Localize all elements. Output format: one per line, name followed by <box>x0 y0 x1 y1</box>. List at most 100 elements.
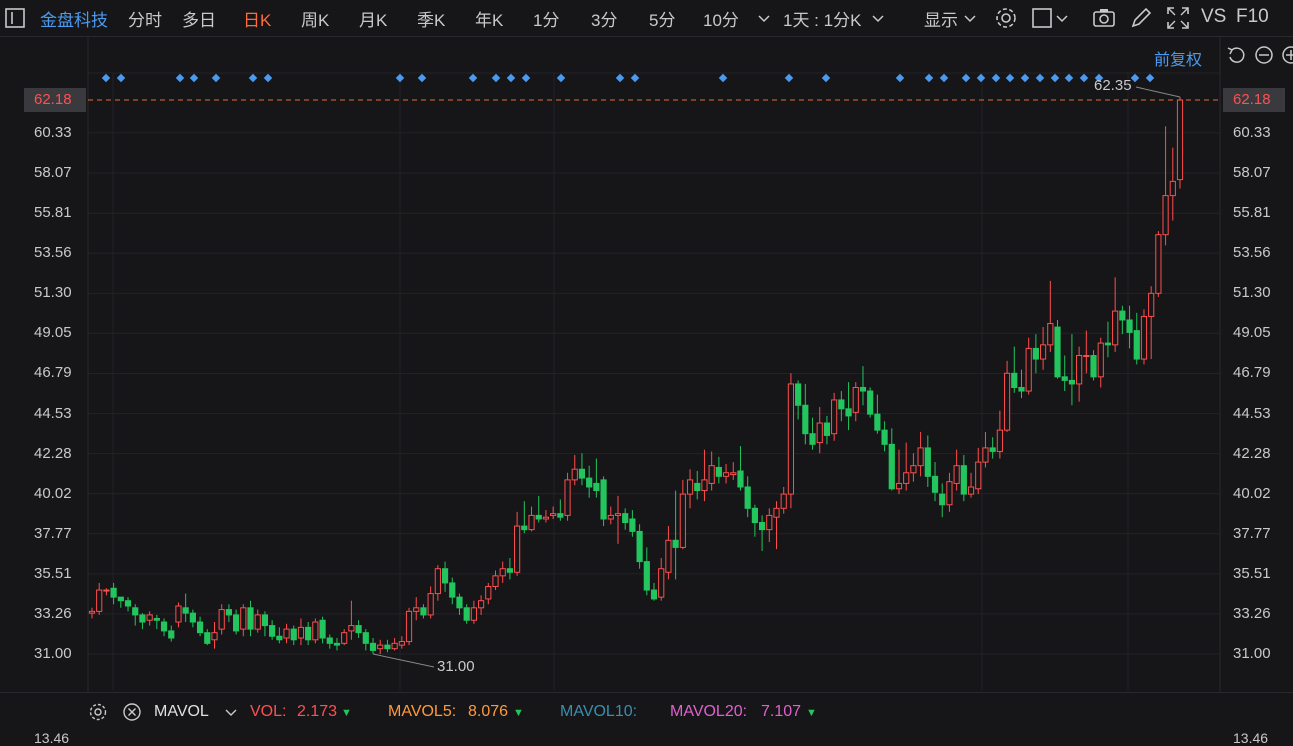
candles <box>88 97 1184 654</box>
candle-body <box>398 641 405 646</box>
candle-body <box>1169 180 1176 197</box>
candle-body <box>816 422 823 444</box>
candle-body <box>1040 344 1047 360</box>
event-marker-icon <box>718 73 728 83</box>
vol-label: VOL: <box>250 703 287 720</box>
candle-body <box>1018 386 1025 392</box>
event-marker-icon <box>1005 73 1015 83</box>
candle-body <box>874 413 881 431</box>
candle-body <box>1119 310 1126 321</box>
candle-body <box>1140 315 1148 360</box>
event-marker-icon <box>521 73 531 83</box>
price-tick-left: 40.02 <box>34 484 72 502</box>
price-tick-left: 35.51 <box>34 564 72 582</box>
candle-body <box>845 408 852 417</box>
mavol10-label: MAVOL10: <box>560 703 638 720</box>
candle-body <box>881 429 888 445</box>
candle-body <box>283 628 290 639</box>
price-tick-right: 35.51 <box>1233 564 1271 582</box>
candle-body <box>369 642 377 651</box>
candle-body <box>456 596 463 609</box>
candle-body <box>384 644 391 650</box>
candle-body <box>1162 195 1169 236</box>
event-marker-icon <box>615 73 625 83</box>
candle-body <box>1025 347 1032 392</box>
candle-body <box>132 607 139 616</box>
event-marker-icon <box>1145 73 1155 83</box>
event-marker-icon <box>991 73 1001 83</box>
event-marker-icon <box>895 73 905 83</box>
candle-body <box>823 422 831 436</box>
price-tick-right: 49.05 <box>1233 324 1271 342</box>
candle-body <box>1097 342 1104 378</box>
candle-body <box>348 625 355 632</box>
candle-body <box>362 632 369 644</box>
price-tick-right: 60.33 <box>1233 123 1271 141</box>
candle-body <box>578 468 586 479</box>
candle-body <box>240 607 247 630</box>
candle-body <box>1068 379 1076 385</box>
price-tick-right: 40.02 <box>1233 484 1271 502</box>
candle-body <box>175 605 182 623</box>
candle-body <box>1003 372 1011 431</box>
indicator-chevron-down-icon[interactable] <box>224 705 238 719</box>
event-marker-icon <box>491 73 501 83</box>
candle-body <box>946 481 953 506</box>
candle-body <box>261 614 269 627</box>
price-tick-left: 42.28 <box>34 444 72 462</box>
candle-body <box>622 513 629 524</box>
candle-body <box>528 514 535 531</box>
indicator-settings-icon[interactable] <box>88 702 108 722</box>
candle-body <box>319 619 326 639</box>
current-price-label-right: 62.18 <box>1233 91 1271 109</box>
candle-body <box>225 609 232 616</box>
vol-value: 2.173 <box>297 703 338 720</box>
candle-body <box>305 626 312 641</box>
close-indicator-icon[interactable] <box>122 702 142 722</box>
candle-body <box>773 507 780 518</box>
candle-body <box>787 383 795 495</box>
candle-body <box>658 568 665 598</box>
candle-body <box>312 621 319 641</box>
candle-body <box>377 644 384 650</box>
candle-body <box>831 399 838 435</box>
indicator-name[interactable]: MAVOL <box>154 703 209 721</box>
candle-body <box>1126 319 1133 333</box>
candle-body <box>859 386 867 392</box>
candle-body <box>196 621 204 634</box>
event-marker-icon <box>417 73 427 83</box>
candle-body <box>636 530 643 563</box>
event-marker-icon <box>211 73 221 83</box>
candle-body <box>124 600 132 607</box>
event-marker-icon <box>175 73 185 83</box>
mavol5-down-arrow-icon: ▼ <box>513 707 524 719</box>
price-tick-right: 46.79 <box>1233 364 1271 382</box>
candle-body <box>1148 292 1155 317</box>
candle-body <box>110 587 117 598</box>
event-marker-icon <box>821 73 831 83</box>
candle-body <box>730 472 737 476</box>
current-price-label-left: 62.18 <box>34 91 72 109</box>
price-tick-left: 44.53 <box>34 404 72 422</box>
price-tick-left: 55.81 <box>34 204 72 222</box>
candle-body <box>542 516 550 520</box>
high-price-label: 62.35 <box>1094 77 1132 94</box>
candle-body <box>593 482 600 492</box>
candle-body <box>917 447 924 467</box>
candle-body <box>413 607 420 612</box>
event-marker-icon <box>1130 73 1140 83</box>
low-leader-line <box>372 653 435 668</box>
candle-body <box>463 607 470 621</box>
candle-body <box>441 568 449 584</box>
candle-body <box>571 468 578 481</box>
event-marker-icon <box>939 73 949 83</box>
candle-body <box>737 470 744 488</box>
candle-body <box>1061 376 1068 381</box>
candle-body <box>650 589 658 600</box>
candle-body <box>852 386 859 413</box>
price-tick-right: 51.30 <box>1233 284 1271 302</box>
volume-axis-tick-left: 13.46 <box>34 730 70 746</box>
price-tick-right: 44.53 <box>1233 404 1271 422</box>
candlestick-chart[interactable] <box>0 0 1293 692</box>
candle-body <box>722 472 730 477</box>
